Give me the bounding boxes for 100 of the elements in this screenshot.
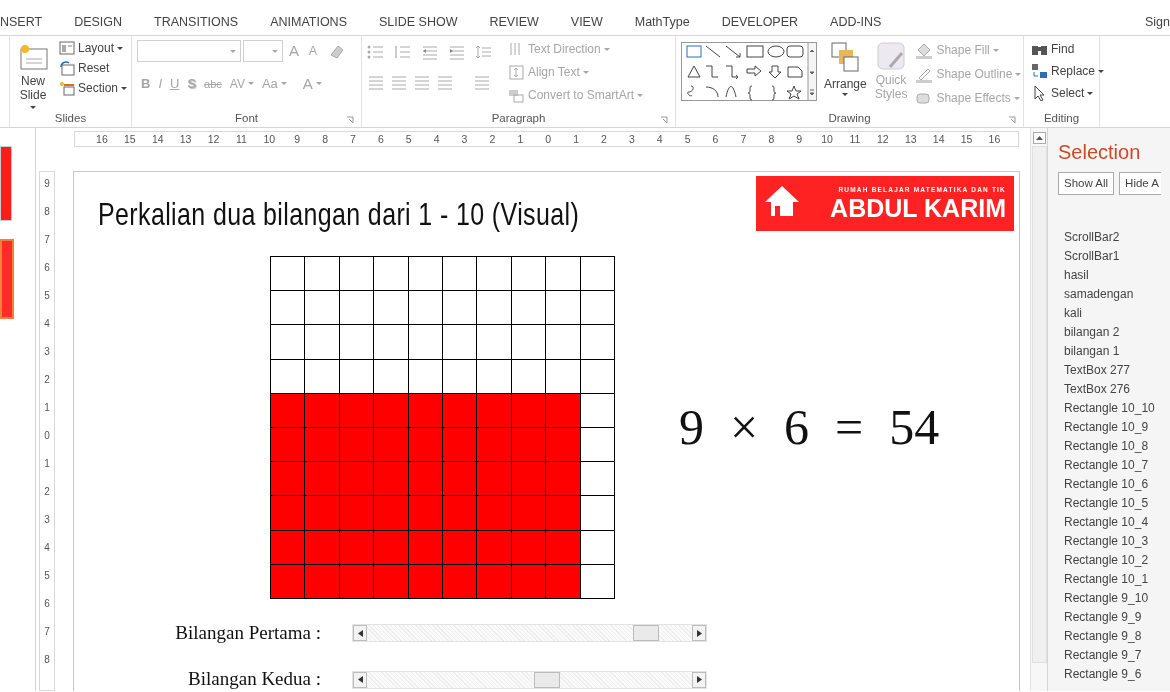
ruler-number: 4 <box>43 541 51 555</box>
pane-title: Selection <box>1058 140 1142 164</box>
ribbon-tab[interactable]: MathType <box>618 13 706 32</box>
logo-name: ABDUL KARIM <box>830 194 1006 223</box>
caret-icon <box>230 49 236 53</box>
slider-thumb[interactable] <box>633 625 660 642</box>
ruler-number: 11 <box>848 132 862 146</box>
scroll-left-button[interactable] <box>353 671 367 688</box>
object-list-item[interactable]: Rectangle 10_5 <box>1064 494 1170 514</box>
ruler-number: 7 <box>43 625 51 639</box>
equation-text: × <box>729 397 759 457</box>
ribbon-tab[interactable]: ADD-INS <box>814 13 898 32</box>
ruler-number: 1 <box>516 132 525 146</box>
ruler-number: 14 <box>931 132 946 146</box>
bullets-icon <box>367 44 384 60</box>
slides-command[interactable]: Layout <box>57 40 130 57</box>
editing-command[interactable]: Replace <box>1029 62 1107 80</box>
slides-command[interactable]: Reset <box>57 60 130 77</box>
slider-label: Bilangan Pertama : <box>174 620 321 645</box>
ruler-number: 4 <box>432 132 441 146</box>
ruler-number: 1 <box>43 457 51 471</box>
ruler-number: 2 <box>43 485 51 499</box>
line-spacing-icon <box>475 44 492 60</box>
ribbon-tab[interactable]: ANIMATIONS <box>254 13 363 32</box>
ribbon-tab[interactable]: REVIEW <box>473 13 555 32</box>
caret-icon <box>1098 69 1105 73</box>
ruler-number: 3 <box>460 132 469 146</box>
ruler-number: 16 <box>95 132 109 146</box>
arrange-button[interactable]: Arrange <box>822 40 869 110</box>
ruler-number: 9 <box>795 132 804 146</box>
slide-thumbnail[interactable] <box>0 146 12 221</box>
editing-command[interactable]: Select <box>1029 84 1107 102</box>
ruler-number: 6 <box>711 132 720 146</box>
scroll-right-button[interactable] <box>692 671 706 688</box>
slider-thumb[interactable] <box>534 671 561 688</box>
caret-icon <box>1013 96 1020 100</box>
object-list-item[interactable]: Rectangle 10_1 <box>1064 570 1170 590</box>
object-list-item[interactable]: Rectangle 10_10 <box>1064 399 1170 419</box>
ruler-number: 11 <box>234 132 248 146</box>
pane-button[interactable]: Show All <box>1058 172 1115 196</box>
font-name-field[interactable] <box>137 40 241 63</box>
object-list-item[interactable]: Rectangle 10_6 <box>1064 475 1170 495</box>
object-list-item[interactable]: Rectangle 10_3 <box>1064 532 1170 552</box>
ribbon-tab[interactable]: DESIGN <box>58 13 139 32</box>
scroll-left-button[interactable] <box>353 625 367 642</box>
ribbon-tab[interactable]: TRANSITIONS <box>138 13 255 32</box>
object-list-item[interactable]: Rectangle 9_10 <box>1064 589 1170 609</box>
slide-thumbnail[interactable] <box>0 239 14 319</box>
new-slide-button[interactable]: New Slide <box>15 40 51 110</box>
ribbon-tab[interactable]: NSERT <box>0 13 59 32</box>
caret-icon <box>1087 91 1094 95</box>
object-list-item[interactable]: TextBox 277 <box>1064 361 1170 381</box>
ruler-number: 5 <box>683 132 692 146</box>
ruler-number: 5 <box>404 132 413 146</box>
object-list-item[interactable]: ScrollBar2 <box>1064 228 1170 248</box>
ribbon-tab[interactable]: SLIDE SHOW <box>363 13 474 32</box>
font-size-field[interactable] <box>243 40 283 63</box>
ruler-number: 10 <box>820 132 834 146</box>
ruler-number: 7 <box>43 233 51 247</box>
object-list-item[interactable]: Rectangle 9_8 <box>1064 627 1170 647</box>
scroll-right-button[interactable] <box>692 625 706 642</box>
ruler-number: 2 <box>600 132 608 146</box>
increase-indent-icon <box>448 44 465 60</box>
ruler-number: 0 <box>43 429 51 443</box>
object-list-item[interactable]: Rectangle 10_7 <box>1064 456 1170 476</box>
eraser-icon <box>329 43 346 60</box>
pane-button[interactable]: Hide A <box>1119 172 1161 196</box>
object-list-item[interactable]: bilangan 2 <box>1064 323 1170 343</box>
object-list-item[interactable]: Rectangle 10_4 <box>1064 513 1170 533</box>
object-list-item[interactable]: hasil <box>1064 266 1170 286</box>
ribbon-tab[interactable]: VIEW <box>554 13 619 32</box>
brush-icon <box>876 41 907 73</box>
ruler-number: 3 <box>627 132 636 146</box>
sign-in-link[interactable]: Sign <box>1128 13 1170 32</box>
object-list-item[interactable]: Rectangle 9_6 <box>1064 665 1170 685</box>
align-center-icon <box>390 74 407 90</box>
object-list-item[interactable]: Rectangle 10_8 <box>1064 437 1170 457</box>
object-list-item[interactable]: bilangan 1 <box>1064 342 1170 362</box>
justify-icon <box>436 74 453 90</box>
object-list-item[interactable]: Rectangle 9_7 <box>1064 646 1170 666</box>
editing-command[interactable]: Find <box>1029 40 1107 58</box>
vertical-scrollbar[interactable] <box>1030 128 1047 691</box>
object-list-item[interactable]: Rectangle 10_9 <box>1064 418 1170 438</box>
object-list-item[interactable]: Rectangle 9_9 <box>1064 608 1170 628</box>
fill-bucket-icon <box>915 41 934 59</box>
caret-icon <box>121 87 128 90</box>
group-label: Slides <box>54 112 87 124</box>
ruler-number: 9 <box>293 132 302 146</box>
object-list-item[interactable]: TextBox 276 <box>1064 380 1170 400</box>
object-list-item[interactable]: ScrollBar1 <box>1064 247 1170 267</box>
object-list-item[interactable]: Rectangle 10_2 <box>1064 551 1170 571</box>
slides-command[interactable]: Section <box>57 80 130 97</box>
numbering-icon <box>394 44 411 60</box>
ribbon-tab[interactable]: DEVELOPER <box>705 13 815 32</box>
caret-icon <box>637 94 644 97</box>
caret-icon <box>582 71 589 74</box>
object-list-item[interactable]: samadengan <box>1064 285 1170 305</box>
group-label: Drawing <box>828 112 871 124</box>
ruler-number: 8 <box>321 132 329 146</box>
object-list-item[interactable]: kali <box>1064 304 1170 324</box>
